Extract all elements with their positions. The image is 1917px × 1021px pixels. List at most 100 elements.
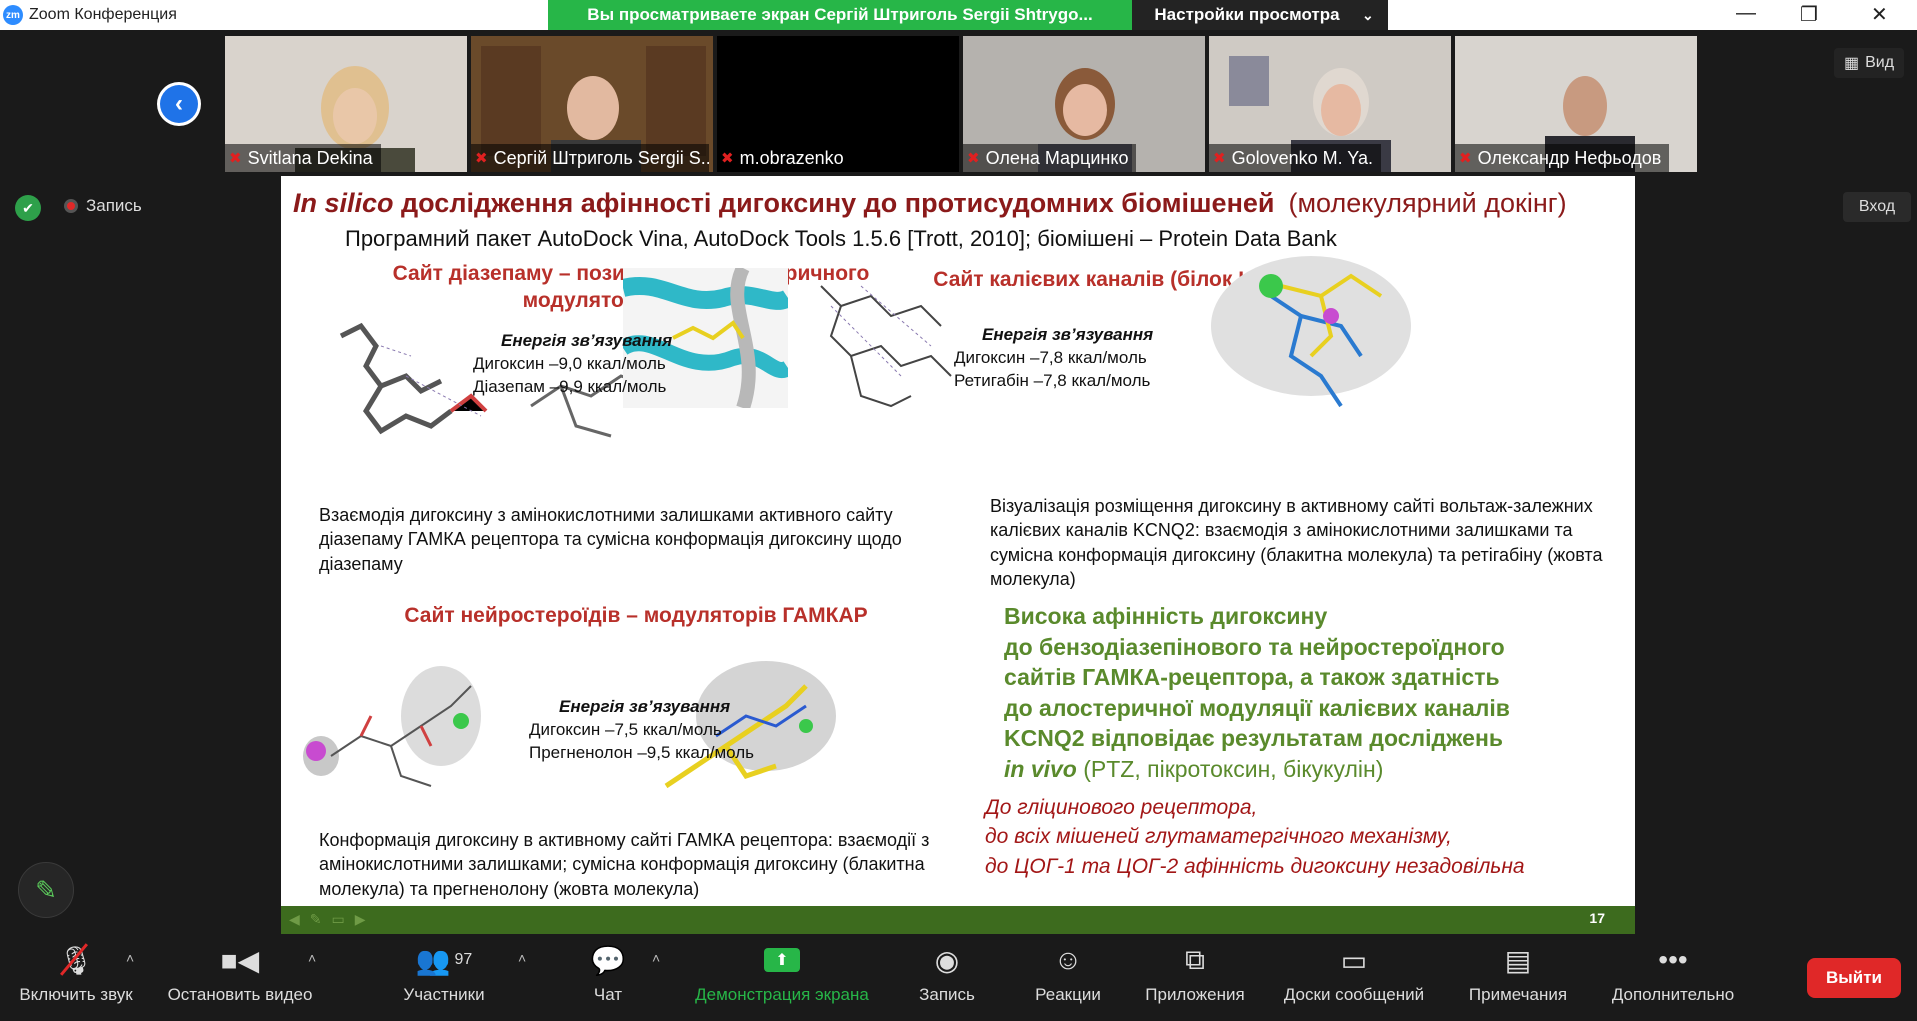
conclusion-red: До гліцинового рецептора, до всіх мішене… — [985, 793, 1625, 881]
whiteboards-button[interactable]: ▭ Доски сообщений — [1274, 935, 1434, 1021]
energy-value: Ретигабін –7,8 ккал/моль — [954, 370, 1151, 390]
energy-value: Дигоксин –9,0 ккал/моль — [473, 353, 666, 373]
annotate-pencil-icon[interactable]: ✎ — [18, 862, 74, 918]
slide-page-number: 17 — [1589, 910, 1605, 926]
participant-name: ✖ Svitlana Dekina — [225, 144, 381, 172]
conclusion-line: до алостеричної модуляції калієвих канал… — [1004, 694, 1510, 721]
conclusion-line: in vivo (PTZ, пікротоксин, бікукулін) — [1004, 754, 1604, 785]
energy-value: Діазепам –9,9 ккал/моль — [473, 376, 667, 396]
view-button[interactable]: ▦ Вид — [1834, 48, 1904, 78]
recording-label: Запись — [86, 196, 142, 215]
share-screen-label: Демонстрация экрана — [695, 985, 869, 1004]
participant-name: ✖ Олександр Нефьодов — [1455, 144, 1670, 172]
smiley-icon: ☺ — [1053, 944, 1083, 975]
slide-title-paren: (молекулярний докінг) — [1288, 188, 1567, 218]
mic-muted-icon: ✖ — [475, 150, 488, 167]
more-icon: ••• — [1658, 944, 1688, 975]
window-title: Zoom Конференция — [29, 6, 177, 23]
minimize-icon[interactable]: — — [1736, 2, 1756, 25]
conclusion-line: Висока афінність дигоксину — [1004, 603, 1328, 629]
chat-button[interactable]: 💬 Чат — [580, 935, 636, 1021]
meeting-toolbar: 🎙 Включить звук ˄ ■◀ Остановить видео ˄ … — [0, 935, 1917, 1021]
maximize-icon[interactable]: ❐ — [1800, 2, 1818, 27]
more-label: Дополнительно — [1611, 985, 1735, 1004]
energy-heading: Енергія зв’язування — [559, 697, 731, 716]
whiteboard-icon: ▭ — [1340, 944, 1368, 976]
energy-heading: Енергія зв’язування — [501, 331, 673, 350]
energy-value: Дигоксин –7,5 ккал/моль — [529, 719, 722, 739]
grid-icon: ▦ — [1843, 55, 1860, 72]
mic-muted-icon: ✖ — [967, 150, 980, 167]
chevron-up-icon[interactable]: ˄ — [126, 950, 134, 966]
participant-tile[interactable]: ✖ Golovenko M. Ya. — [1209, 36, 1451, 172]
participants-button[interactable]: 👥 97 Участники — [394, 935, 494, 1021]
shield-icon[interactable]: ✔ — [15, 195, 41, 221]
chevron-up-icon[interactable]: ˄ — [308, 950, 316, 966]
video-camera-icon: ■◀ — [220, 944, 260, 976]
view-settings-label: Настройки просмотра — [1154, 5, 1340, 24]
participant-tile-active-speaker[interactable]: ✖ Сергій Штриголь Sergii S... — [471, 36, 713, 172]
participants-icon: 👥 97 — [415, 944, 473, 976]
view-settings-button[interactable]: Настройки просмотра ⌄ — [1132, 0, 1388, 30]
record-label: Запись — [919, 985, 975, 1004]
participant-tile[interactable]: ✖ Олена Марцинко — [963, 36, 1205, 172]
chevron-up-icon[interactable]: ˄ — [652, 950, 660, 966]
slide-title: In silico дослідження афінності дигоксин… — [293, 188, 1623, 219]
conclusion-red-line: до ЦОГ-1 та ЦОГ-2 афінність дигоксину не… — [985, 854, 1525, 878]
slide-title-main: дослідження афінності дигоксину до проти… — [393, 188, 1275, 218]
energy-value: Прегненолон –9,5 ккал/моль — [529, 742, 755, 762]
section-neurosteroid-title: Сайт нейростероїдів – модуляторів ГАМКАР — [404, 604, 868, 627]
more-button[interactable]: ••• Дополнительно — [1600, 935, 1746, 1021]
record-button[interactable]: ◉ Запись — [912, 935, 982, 1021]
leave-meeting-button[interactable]: Выйти — [1807, 958, 1901, 998]
energy-value: Дигоксин –7,8 ккал/моль — [954, 347, 1147, 367]
conclusion-green: Висока афінність дигоксину до бензодіазе… — [1004, 601, 1604, 784]
slides-icon[interactable]: ▭ — [332, 911, 345, 928]
pen-icon[interactable]: ✎ — [310, 911, 322, 928]
zoom-logo-icon: zm — [3, 5, 23, 25]
share-screen-button[interactable]: ⬆ Демонстрация экрана — [686, 935, 878, 1021]
participants-count: 97 — [454, 951, 473, 968]
unmute-label: Включить звук — [19, 985, 133, 1004]
record-dot-icon — [64, 199, 78, 213]
protein-render-2 — [1211, 256, 1411, 408]
conclusion-red-line: до всіх мішеней глутаматергічного механі… — [985, 825, 1452, 849]
caption-1: Взаємодія дигоксину з амінокислотними за… — [319, 505, 902, 574]
participant-name: ✖ m.obrazenko — [717, 144, 852, 172]
share-notice-bar: Вы просматриваете экран Сергій Штриголь … — [548, 0, 1388, 30]
mic-muted-icon: ✖ — [1459, 150, 1472, 167]
mic-muted-icon: ✖ — [1213, 150, 1226, 167]
chat-icon: 💬 — [590, 944, 626, 976]
apps-button[interactable]: ⧉ Приложения — [1138, 935, 1252, 1021]
caption-2: Візуалізація розміщення дигоксину в акти… — [990, 496, 1603, 589]
stop-video-button[interactable]: ■◀ Остановить видео — [158, 935, 322, 1021]
prev-slide-icon[interactable]: ◀ — [289, 911, 300, 928]
share-notice: Вы просматриваете экран Сергій Штриголь … — [548, 0, 1132, 30]
notes-button[interactable]: ▤ Примечания — [1462, 935, 1574, 1021]
gallery-prev-button[interactable]: ‹ — [157, 82, 201, 126]
conclusion-models: (PTZ, пікротоксин, бікукулін) — [1076, 755, 1384, 782]
close-icon[interactable]: ✕ — [1871, 2, 1888, 27]
slide-footer-bar: ◀ ✎ ▭ ▶ 17 — [281, 906, 1635, 934]
notes-icon: ▤ — [1504, 944, 1532, 976]
recording-indicator[interactable]: Запись — [64, 196, 142, 216]
caption-3: Конформація дигоксину в активному сайті … — [319, 830, 930, 899]
participant-tile[interactable]: ✖ Олександр Нефьодов — [1455, 36, 1697, 172]
reactions-button[interactable]: ☺ Реакции — [1028, 935, 1108, 1021]
energy-heading: Енергія зв’язування — [982, 325, 1154, 344]
slide-title-italic: In silico — [293, 188, 394, 218]
participant-tile[interactable]: ✖ m.obrazenko — [717, 36, 959, 172]
unmute-button[interactable]: 🎙 Включить звук — [8, 935, 144, 1021]
reactions-label: Реакции — [1035, 985, 1101, 1004]
conclusion-line: до бензодіазепінового та нейростероїдног… — [1004, 633, 1505, 660]
participant-tile[interactable]: ✖ Svitlana Dekina — [225, 36, 467, 172]
chevron-up-icon[interactable]: ˄ — [518, 950, 526, 966]
mic-muted-icon: ✖ — [721, 150, 734, 167]
participants-label: Участники — [403, 985, 485, 1004]
conclusion-line: KCNQ2 відповідає результатам досліджень — [1004, 725, 1503, 752]
enter-button[interactable]: Вход — [1843, 192, 1911, 222]
next-slide-icon[interactable]: ▶ — [355, 911, 366, 928]
conclusion-in-vivo: in vivo — [1004, 755, 1077, 782]
whiteboards-label: Доски сообщений — [1283, 985, 1425, 1004]
apps-label: Приложения — [1145, 985, 1245, 1004]
